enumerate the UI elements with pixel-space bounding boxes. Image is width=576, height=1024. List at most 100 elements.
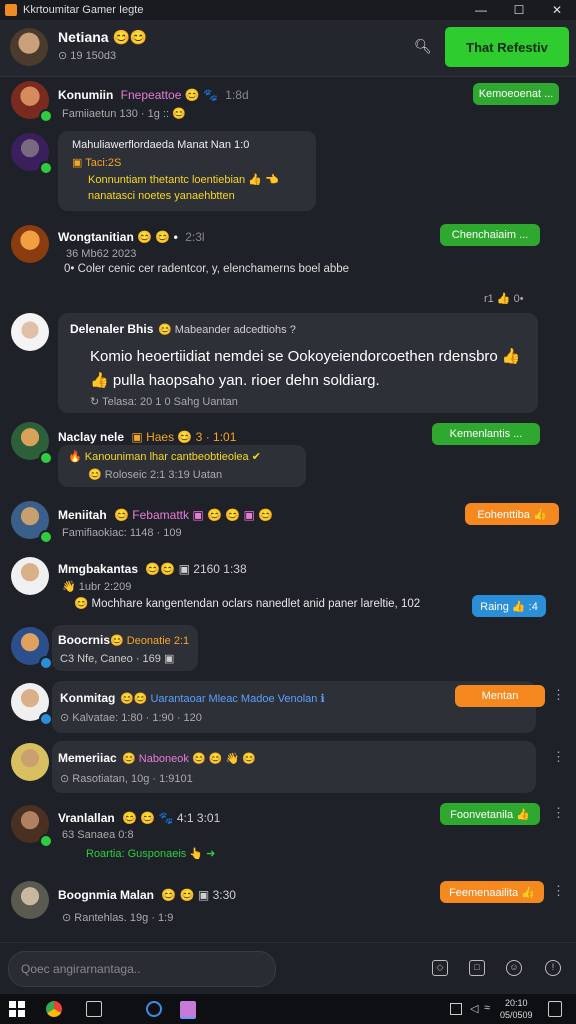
message-meta: 😊 Roloseic 2:1 3:19 Uatan [88, 469, 223, 481]
more-options-icon[interactable]: ⋮ [552, 687, 565, 703]
message-input[interactable]: Qoec angirarnantaga.. [8, 951, 276, 987]
minimize-button[interactable]: — [462, 3, 500, 17]
online-indicator [39, 834, 53, 848]
contact-status: ⊙ 19 150d3 [58, 50, 117, 62]
message-meta: ↻ Telasa: 20 1 0 Sahg Uantan [90, 396, 238, 408]
contact-name: Netiana 😊😊 [58, 29, 148, 45]
window-title: Kkrtoumitar Gamer Iegte [23, 4, 144, 16]
app-icon[interactable] [146, 1001, 162, 1017]
message-text: 👍 pulla haopsaho yan. rioer dehn soldiar… [90, 372, 380, 389]
app-icon [5, 4, 17, 16]
reply-pill[interactable]: Foonvetanila 👍 [440, 803, 540, 825]
sender-name: Boocrnis [58, 633, 111, 647]
title-bar: Kkrtoumitar Gamer Iegte — ☐ ✕ [0, 0, 576, 20]
sender-tag: 😊😊 ▣ 2160 1:38 [145, 562, 247, 576]
message-input-placeholder: Qoec angirarnantaga.. [21, 962, 141, 976]
online-indicator [39, 530, 53, 544]
more-options-icon[interactable]: ⋮ [552, 749, 565, 765]
browser-icon[interactable] [46, 1001, 62, 1017]
message-meta: Famiiaetun 130 · 1g :: 😊 [62, 108, 186, 120]
sender-name: Konmitag [60, 691, 116, 705]
sender-name: Mmgbakantas [58, 562, 139, 576]
avatar[interactable] [11, 557, 49, 595]
sender-tag: 😊 Mabeander adcedtiohs ? [158, 324, 296, 336]
list-item[interactable]: Naclay nele ▣ Haes 😊 3 · 1:01 🔥 Kanounim… [0, 419, 576, 491]
task-view-icon[interactable] [86, 1001, 102, 1017]
emoji-icon[interactable]: ! [545, 960, 561, 976]
list-item[interactable]: Memeriiac 😊 Naboneok 😊 😊 👋 😊 ⊙ Rasotiata… [0, 739, 576, 795]
wifi-icon[interactable]: ≈ [484, 1002, 500, 1018]
timestamp: 1:8d [225, 88, 249, 102]
composer: Qoec angirarnantaga.. ◇ □ ☺ ! [0, 942, 576, 995]
avatar[interactable] [11, 743, 49, 781]
reactions[interactable]: r1 👍 0• [484, 292, 524, 305]
reply-pill[interactable]: Mentan [455, 685, 545, 707]
more-options-icon[interactable]: ⋮ [552, 883, 565, 899]
refresh-button[interactable]: That Refestiv [445, 27, 569, 67]
attach-icon[interactable]: ◇ [432, 960, 448, 976]
sender-tag: 😊 😊 ▣ 3:30 [161, 888, 236, 902]
sender-name: Naclay nele [58, 430, 125, 444]
system-clock[interactable]: 20:10 05/0509 [500, 997, 533, 1021]
message-text: Konnuntiam thetantc loentiebian 👍 👈 [88, 174, 279, 186]
message-text: 0• Coler cenic cer radentcor, y, elencha… [64, 263, 350, 275]
clock-time: 20:10 [505, 998, 528, 1008]
sender-tag: 😊😊 Uarantaoar Mleac Madoe Venolan ℹ [120, 693, 325, 705]
message-bubble: Mahuliawerflordaeda Manat Nan 1:0 ▣ Taci… [58, 131, 316, 211]
sticker-icon[interactable]: ☺ [506, 960, 522, 976]
maximize-button[interactable]: ☐ [500, 3, 538, 17]
message-bubble: Boocrnis 😊 Deonatie 2:1 C3 Nfe, Caneo · … [52, 625, 198, 671]
sender-name: Meniitah [58, 508, 107, 522]
list-item[interactable]: Boognmia Malan 😊 😊 ▣ 3:30 ⊙ Rantehlas. 1… [0, 877, 576, 937]
message-text: 😊 Mochhare kangentendan oclars nanedlet … [74, 598, 421, 610]
sender-name: Delenaler Bhis [70, 322, 154, 336]
sender-tag: 😊 Deonatie 2:1 [110, 635, 190, 647]
windows-start-icon[interactable] [9, 1001, 25, 1017]
list-item[interactable]: Boocrnis 😊 Deonatie 2:1 C3 Nfe, Caneo · … [0, 623, 576, 673]
list-item[interactable]: Vranlallan 😊 😊 🐾 4:1 3:01 63 Sanaea 0:8 … [0, 799, 576, 879]
image-icon[interactable]: □ [469, 960, 485, 976]
reply-pill[interactable]: Raing 👍 :4 [472, 595, 546, 617]
search-icon[interactable]: 🔍︎ [414, 38, 432, 55]
message-header: Mahuliawerflordaeda Manat Nan 1:0 [72, 139, 250, 151]
message-meta: 36 Mb62 2023 [66, 248, 137, 260]
online-indicator [39, 656, 53, 670]
list-item[interactable]: Mmgbakantas 😊😊 ▣ 2160 1:38 👋 1ubr 2:209 … [0, 553, 576, 621]
list-item[interactable]: Mahuliawerflordaeda Manat Nan 1:0 ▣ Taci… [0, 129, 576, 215]
sender-tag: Fnepeattoe 😊 🐾 [120, 88, 218, 102]
avatar[interactable] [11, 881, 49, 919]
list-item[interactable]: Konmitag 😊😊 Uarantaoar Mleac Madoe Venol… [0, 679, 576, 735]
reply-pill[interactable]: Feemenaailita 👍 [440, 881, 544, 903]
reply-pill[interactable]: Kemoeoenat ... [473, 83, 559, 105]
message-meta: Famifiaokiac: 1148 · 109 [62, 527, 182, 539]
avatar[interactable] [11, 313, 49, 351]
network-icon[interactable] [450, 1003, 462, 1015]
reply-pill[interactable]: Chenchaiaim ... [440, 224, 540, 246]
close-button[interactable]: ✕ [538, 3, 576, 17]
list-item[interactable]: Konumiin Fnepeattoe 😊 🐾 1:8d Famiiaetun … [0, 79, 576, 127]
sender-name: Vranlallan [58, 811, 115, 825]
notification-icon[interactable] [548, 1001, 562, 1017]
reply-pill[interactable]: Eohenttiba 👍 [465, 503, 559, 525]
message-feed[interactable]: Konumiin Fnepeattoe 😊 🐾 1:8d Famiiaetun … [0, 77, 576, 942]
message-meta: 63 Sanaea 0:8 [62, 829, 134, 841]
message-bubble: Delenaler Bhis 😊 Mabeander adcedtiohs ? … [58, 313, 538, 413]
message-bubble: 🔥 Kanouniman lhar cantbeobtieolea ✔ 😊 Ro… [58, 445, 306, 487]
online-indicator [39, 161, 53, 175]
taskbar: ◁ ≈ 20:10 05/0509 [0, 994, 576, 1024]
sender-tag: ▣ Haes 😊 3 · 1:01 [131, 430, 237, 444]
message-meta: ⊙ Kalvatae: 1:80 · 1:90 · 120 [60, 712, 202, 724]
sender-name: Boognmia Malan [58, 888, 155, 902]
message-text: Komio heoertiidiat nemdei se Ookoyeiendo… [90, 348, 521, 365]
avatar[interactable] [11, 225, 49, 263]
more-options-icon[interactable]: ⋮ [552, 805, 565, 821]
list-item[interactable]: Wongtanitian 😊 😊 • 2:3l 36 Mb62 2023 0• … [0, 219, 576, 309]
chat-app-icon[interactable] [180, 1001, 196, 1019]
avatar[interactable] [10, 28, 48, 66]
clock-date: 05/0509 [500, 1010, 533, 1020]
list-item[interactable]: Meniitah 😊 Febamattk ▣ 😊 😊 ▣ 😊 Famifiaok… [0, 497, 576, 547]
online-indicator [39, 109, 53, 123]
sender-name: Konumiin [58, 88, 114, 102]
reply-pill[interactable]: Kemenlantis ... [432, 423, 540, 445]
list-item[interactable]: Delenaler Bhis 😊 Mabeander adcedtiohs ? … [0, 311, 576, 415]
